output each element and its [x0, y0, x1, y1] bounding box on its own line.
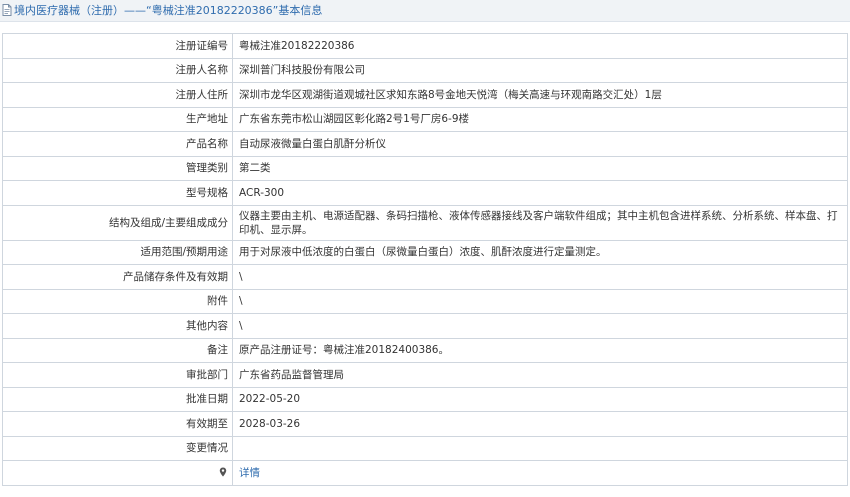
- row-value: 广东省东莞市松山湖园区彰化路2号1号厂房6-9楼: [232, 106, 848, 132]
- row-value: \: [232, 288, 848, 314]
- row-value: ACR-300: [232, 180, 848, 206]
- map-pin-icon: [219, 467, 227, 477]
- row-label: 审批部门: [2, 362, 233, 388]
- row-value: \: [232, 313, 848, 339]
- table-row: 备注 原产品注册证号：粤械注准20182400386。: [2, 337, 848, 363]
- row-label: 有效期至: [2, 411, 233, 437]
- row-label: 变更情况: [2, 435, 233, 461]
- row-value: 深圳普门科技股份有限公司: [232, 57, 848, 83]
- table-row: 适用范围/预期用途 用于对尿液中低浓度的白蛋白（尿微量白蛋白）浓度、肌酐浓度进行…: [2, 239, 848, 265]
- table-row: 注册人住所 深圳市龙华区观湖街道观城社区求知东路8号金地天悦湾（梅关高速与环观南…: [2, 82, 848, 108]
- table-row: 其他内容 \: [2, 313, 848, 339]
- document-icon: [2, 4, 12, 16]
- table-row: 附件 \: [2, 288, 848, 314]
- row-label: 管理类别: [2, 155, 233, 181]
- table-row: 生产地址 广东省东莞市松山湖园区彰化路2号1号厂房6-9楼: [2, 106, 848, 132]
- row-value: 2028-03-26: [232, 411, 848, 437]
- row-label: 其他内容: [2, 313, 233, 339]
- page-title: 境内医疗器械（注册）——“粤械注准20182220386”基本信息: [14, 4, 323, 17]
- table-row: 审批部门 广东省药品监督管理局: [2, 362, 848, 388]
- table-row: 有效期至 2028-03-26: [2, 411, 848, 437]
- row-value: [232, 435, 848, 461]
- table-row: 管理类别 第二类: [2, 155, 848, 181]
- table-row: 产品储存条件及有效期 \: [2, 264, 848, 290]
- table-row: 结构及组成/主要组成成分 仪器主要由主机、电源适配器、条码扫描枪、液体传感器接线…: [2, 204, 848, 241]
- row-value: 粤械注准20182220386: [232, 33, 848, 59]
- row-label: 批准日期: [2, 386, 233, 412]
- row-value: 2022-05-20: [232, 386, 848, 412]
- row-label: 产品名称: [2, 131, 233, 157]
- footer-value: 详情: [232, 460, 848, 486]
- table-row: 产品名称 自动尿液微量白蛋白肌酐分析仪: [2, 131, 848, 157]
- row-value: 广东省药品监督管理局: [232, 362, 848, 388]
- row-value: 第二类: [232, 155, 848, 181]
- table-row: 批准日期 2022-05-20: [2, 386, 848, 412]
- row-label: 附件: [2, 288, 233, 314]
- row-value: 自动尿液微量白蛋白肌酐分析仪: [232, 131, 848, 157]
- table-row: 注册人名称 深圳普门科技股份有限公司: [2, 57, 848, 83]
- row-value: 原产品注册证号：粤械注准20182400386。: [232, 337, 848, 363]
- table-row: 注册证编号 粤械注准20182220386: [2, 33, 848, 59]
- row-label: 注册人名称: [2, 57, 233, 83]
- table-row-footer: 详情: [2, 460, 848, 486]
- row-label: 适用范围/预期用途: [2, 239, 233, 265]
- table-row: 变更情况: [2, 435, 848, 461]
- details-link[interactable]: 详情: [239, 467, 260, 479]
- row-label: 注册证编号: [2, 33, 233, 59]
- footer-label: [2, 460, 233, 486]
- row-label: 产品储存条件及有效期: [2, 264, 233, 290]
- row-label: 注册人住所: [2, 82, 233, 108]
- row-value: 深圳市龙华区观湖街道观城社区求知东路8号金地天悦湾（梅关高速与环观南路交汇处）1…: [232, 82, 848, 108]
- row-label: 结构及组成/主要组成成分: [2, 204, 233, 241]
- row-value: 仪器主要由主机、电源适配器、条码扫描枪、液体传感器接线及客户端软件组成；其中主机…: [232, 204, 848, 241]
- row-value: 用于对尿液中低浓度的白蛋白（尿微量白蛋白）浓度、肌酐浓度进行定量测定。: [232, 239, 848, 265]
- row-value: \: [232, 264, 848, 290]
- table-row: 型号规格 ACR-300: [2, 180, 848, 206]
- info-table: 注册证编号 粤械注准20182220386 注册人名称 深圳普门科技股份有限公司…: [2, 33, 848, 486]
- row-label: 型号规格: [2, 180, 233, 206]
- row-label: 备注: [2, 337, 233, 363]
- row-label: 生产地址: [2, 106, 233, 132]
- page-header: 境内医疗器械（注册）——“粤械注准20182220386”基本信息: [0, 0, 850, 22]
